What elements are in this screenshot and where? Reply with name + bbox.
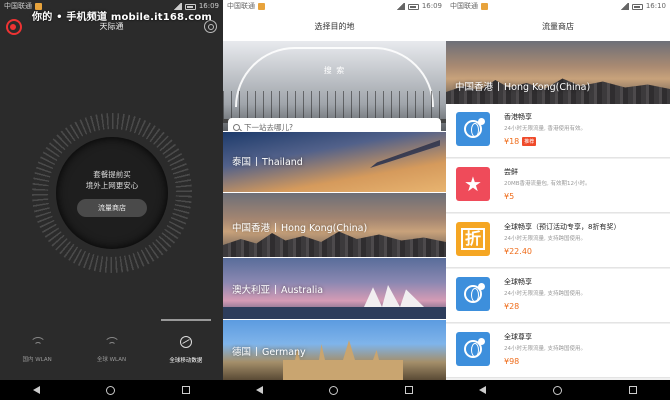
status-bar: 中国联通 16:10: [446, 0, 670, 13]
package-desc: 24小时无限流量, 香港使用有效。: [504, 126, 586, 132]
package-desc: 24小时无限流量, 支持跨国使用。: [504, 291, 586, 297]
package-price: ¥28: [504, 302, 520, 311]
package-name: 尝鲜: [504, 168, 518, 176]
home-icon[interactable]: [106, 385, 116, 395]
package-price: ¥18 推荐: [504, 137, 537, 146]
discount-icon: 折: [456, 222, 490, 256]
airplane-wing-graphic: [370, 140, 440, 168]
package-list: 香港畅享 24小时无限流量, 香港使用有效。 ¥18 推荐 ★ 尝鲜 20MB香…: [446, 104, 670, 380]
package-name: 全球尊享: [504, 333, 532, 341]
screen-skylink-home: 中国联通 16:09 你的 • 手机频道 mobile.it168.com 天际…: [0, 0, 223, 400]
back-icon[interactable]: [33, 386, 41, 394]
package-name: 香港畅享: [504, 113, 532, 121]
page-title: 选择目的地: [223, 13, 446, 41]
dial-text-line1: 套餐提前买: [93, 170, 131, 179]
recent-apps-icon[interactable]: [404, 386, 413, 394]
system-nav-bar: [446, 380, 670, 400]
destination-card-germany[interactable]: 德国 Germany: [223, 320, 446, 380]
signal-icon: [619, 3, 629, 10]
globe-icon: [456, 332, 490, 366]
globe-icon: [456, 277, 490, 311]
package-name: 全球畅享（预订活动专享，8折有奖）: [504, 223, 621, 231]
search-hero-banner: 搜 索: [223, 41, 446, 131]
package-item-global-unlimited[interactable]: 全球畅享 24小时无限流量, 支持跨国使用。 ¥28: [446, 269, 670, 323]
dial-text-line2: 境外上网更安心: [85, 181, 139, 190]
watermark: 你的 • 手机频道 mobile.it168.com: [32, 12, 213, 23]
dial-core: 套餐提前买 境外上网更安心 流量商店: [56, 137, 168, 249]
carrier-label: 中国联通: [227, 2, 255, 10]
back-icon[interactable]: [256, 386, 264, 394]
search-icon: [233, 123, 240, 131]
package-desc: 24小时无限流量, 支持跨国使用。: [504, 346, 586, 352]
carrier-label: 中国联通: [450, 2, 478, 10]
package-item-global-discount[interactable]: 折 全球畅享（预订活动专享，8折有奖） 24小时无限流量, 支持跨国使用。 ¥2…: [446, 214, 670, 268]
data-store-button[interactable]: 流量商店: [77, 199, 147, 217]
clock: 16:09: [421, 2, 442, 10]
signal-icon: [395, 3, 405, 10]
wifi-icon: [104, 337, 121, 347]
star-icon: ★: [456, 167, 490, 201]
destination-label: 泰国 Thailand: [232, 157, 303, 168]
destination-label: 德国 Germany: [232, 347, 306, 358]
dial-graphic: 套餐提前买 境外上网更安心 流量商店: [32, 113, 192, 273]
battery-icon: [407, 3, 419, 10]
recommended-badge: 推荐: [522, 137, 537, 146]
destination-label: 中国香港 Hong Kong(China): [232, 223, 368, 234]
system-nav-bar: [223, 380, 446, 400]
home-icon[interactable]: [329, 385, 339, 395]
destination-card-thailand[interactable]: 泰国 Thailand: [223, 132, 446, 192]
tab-global-wlan[interactable]: 全球 WLAN: [74, 320, 148, 380]
tab-label: 国内 WLAN: [22, 357, 52, 363]
hero-label: 搜 索: [323, 66, 346, 75]
package-item-trial[interactable]: ★ 尝鲜 20MB香港流量包, 有效期12小时。 ¥5: [446, 159, 670, 213]
destination-card-australia[interactable]: 澳大利亚 Australia: [223, 258, 446, 319]
clock: 16:10: [645, 2, 666, 10]
screen-choose-destination: 中国联通 16:09 选择目的地 搜 索 泰国Thailand 中国香港Hong…: [223, 0, 446, 400]
tab-label: 全球移动数据: [169, 358, 203, 364]
search-box[interactable]: [228, 118, 441, 131]
tab-global-mobile-data[interactable]: 全球移动数据: [149, 319, 223, 380]
battery-icon: [631, 3, 643, 10]
package-item-global-premium[interactable]: 全球尊享 24小时无限流量, 支持跨国使用。 ¥98: [446, 324, 670, 378]
sim-icon: [258, 3, 265, 10]
package-price: ¥22.40: [504, 247, 532, 256]
package-price: ¥98: [504, 357, 520, 366]
home-icon[interactable]: [552, 385, 562, 395]
page-title: 流量商店: [446, 13, 670, 41]
carrier-label: 中国联通: [4, 2, 32, 10]
sim-icon: [481, 3, 488, 10]
package-desc: 24小时无限流量, 支持跨国使用。: [504, 236, 586, 242]
recent-apps-icon[interactable]: [181, 386, 190, 394]
wifi-icon: [30, 337, 47, 347]
globe-icon: [179, 336, 192, 348]
package-price: ¥5: [504, 192, 515, 201]
system-nav-bar: [0, 380, 223, 400]
screen-data-store: 中国联通 16:10 流量商店 中国香港 Hong Kong(China) 香港畅…: [446, 0, 670, 400]
destination-label: 澳大利亚 Australia: [232, 285, 324, 296]
back-icon[interactable]: [479, 386, 487, 394]
opera-house-graphic: [364, 285, 424, 307]
package-desc: 20MB香港流量包, 有效期12小时。: [504, 181, 591, 187]
status-bar: 中国联通 16:09: [223, 0, 446, 13]
region-label: 中国香港 Hong Kong(China): [455, 82, 591, 93]
recent-apps-icon[interactable]: [628, 386, 637, 394]
package-item-hk-unlimited[interactable]: 香港畅享 24小时无限流量, 香港使用有效。 ¥18 推荐: [446, 104, 670, 158]
package-name: 全球畅享: [504, 278, 532, 286]
tab-label: 全球 WLAN: [96, 357, 127, 363]
bottom-tabs: 国内 WLAN 全球 WLAN 全球移动数据: [0, 319, 223, 380]
destination-card-hong-kong[interactable]: 中国香港 Hong Kong(China): [223, 193, 446, 257]
globe-icon: [456, 112, 490, 146]
search-input[interactable]: [244, 122, 424, 131]
region-banner: 中国香港 Hong Kong(China): [446, 41, 670, 104]
tab-domestic-wlan[interactable]: 国内 WLAN: [0, 320, 74, 380]
